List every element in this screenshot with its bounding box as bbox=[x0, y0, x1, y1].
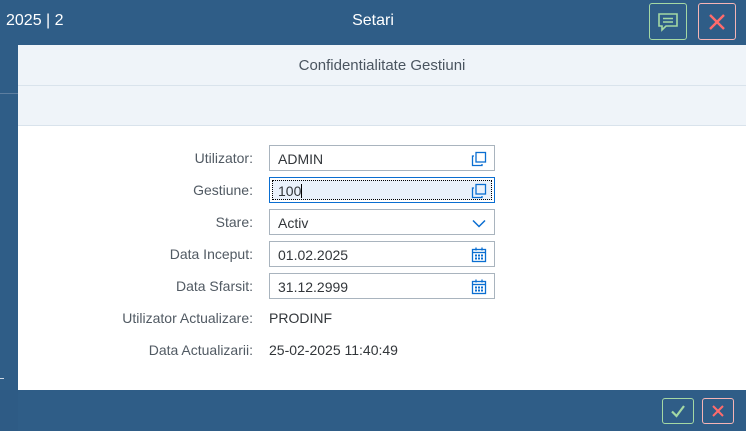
data-actualizarii-value: 25-02-2025 11:40:49 bbox=[269, 342, 398, 358]
form-row-utilizator: Utilizator: ADMIN bbox=[18, 145, 746, 171]
close-button[interactable] bbox=[698, 3, 736, 40]
dialog-title: Confidentialitate Gestiuni bbox=[298, 57, 466, 74]
form-row-utilizator-actualizare: Utilizator Actualizare: PRODINF bbox=[18, 305, 746, 331]
accept-button[interactable] bbox=[662, 398, 694, 424]
close-icon bbox=[712, 405, 724, 417]
text-cursor bbox=[301, 184, 303, 198]
gestiune-label: Gestiune: bbox=[193, 182, 253, 198]
divider bbox=[0, 93, 18, 94]
shell-header: 2025 | 2 Setari bbox=[0, 0, 746, 45]
checkmark-icon bbox=[671, 405, 685, 418]
data-sfarsit-label: Data Sfarsit: bbox=[175, 278, 253, 294]
calendar-icon[interactable] bbox=[470, 246, 488, 264]
utilizator-label: Utilizator: bbox=[194, 150, 253, 166]
value-help-icon[interactable] bbox=[470, 150, 488, 168]
data-inceput-value: 01.02.2025 bbox=[278, 247, 349, 263]
dialog-subheader bbox=[18, 86, 746, 126]
data-sfarsit-datepicker[interactable]: 31.12.2999 bbox=[269, 273, 495, 299]
settings-dialog: Confidentialitate Gestiuni Utilizator: A… bbox=[18, 45, 746, 390]
window-title: Setari bbox=[352, 12, 394, 29]
utilizator-field[interactable]: ADMIN bbox=[269, 145, 495, 171]
data-inceput-label: Data Inceput: bbox=[169, 246, 253, 262]
form-row-data-sfarsit: Data Sfarsit: 31.12.2999 bbox=[18, 273, 746, 299]
form-row-stare: Stare: Activ bbox=[18, 209, 746, 235]
form-row-gestiune: Gestiune: 100 bbox=[18, 177, 746, 203]
dialog-header: Confidentialitate Gestiuni bbox=[18, 45, 746, 86]
background-app-strip bbox=[0, 45, 18, 390]
calendar-icon[interactable] bbox=[470, 278, 488, 296]
feedback-button[interactable] bbox=[649, 3, 687, 40]
stare-value: Activ bbox=[278, 215, 309, 231]
divider bbox=[0, 378, 4, 379]
close-icon bbox=[709, 13, 725, 30]
data-actualizarii-label: Data Actualizarii: bbox=[148, 342, 253, 358]
utilizator-actualizare-label: Utilizator Actualizare: bbox=[122, 310, 253, 326]
data-inceput-datepicker[interactable]: 01.02.2025 bbox=[269, 241, 495, 267]
utilizator-value: ADMIN bbox=[278, 151, 324, 167]
gestiune-field[interactable]: 100 bbox=[269, 177, 495, 203]
stare-label: Stare: bbox=[215, 214, 253, 230]
gestiune-value: 100 bbox=[278, 183, 303, 199]
feedback-icon bbox=[658, 12, 678, 32]
stare-select[interactable]: Activ bbox=[269, 209, 495, 235]
focus-outline bbox=[272, 180, 492, 200]
cancel-button[interactable] bbox=[702, 398, 734, 424]
data-sfarsit-value: 31.12.2999 bbox=[278, 279, 349, 295]
chevron-down-icon[interactable] bbox=[470, 214, 488, 232]
form-row-data-actualizarii: Data Actualizarii: 25-02-2025 11:40:49 bbox=[18, 337, 746, 363]
utilizator-actualizare-value: PRODINF bbox=[269, 310, 332, 326]
form-row-data-inceput: Data Inceput: 01.02.2025 bbox=[18, 241, 746, 267]
dialog-footer bbox=[18, 390, 746, 431]
value-help-icon[interactable] bbox=[470, 182, 488, 200]
